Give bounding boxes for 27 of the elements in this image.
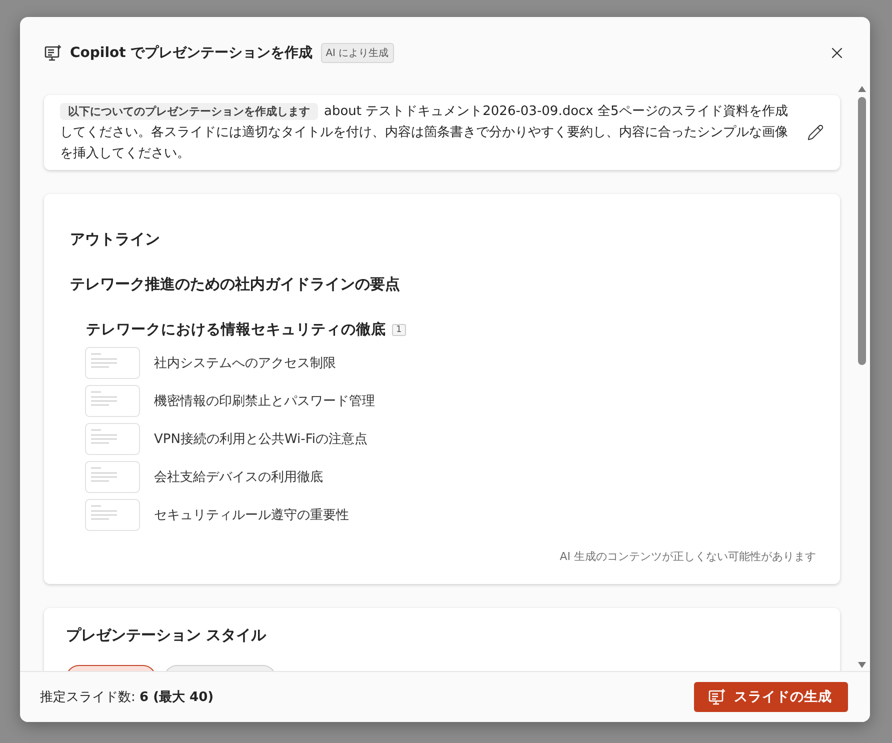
outline-item: セキュリティルール遵守の重要性 <box>154 507 349 524</box>
edit-button[interactable] <box>807 124 824 141</box>
scroll-down-icon[interactable] <box>857 661 867 669</box>
outline-item: VPN接続の利用と公共Wi-Fiの注意点 <box>154 431 368 448</box>
slide-thumbnail <box>85 461 140 493</box>
outline-item: 社内システムへのアクセス制限 <box>154 355 336 372</box>
ai-badge: AI により生成 <box>320 43 394 63</box>
scrollbar-thumb[interactable] <box>858 97 866 365</box>
slide-estimate: 推定スライド数: 6 (最大 40) <box>40 689 214 706</box>
generate-slides-button[interactable]: スライドの生成 <box>694 682 848 712</box>
section-title: テレワークにおける情報セキュリティの徹底 <box>86 320 386 339</box>
outline-item: 会社支給デバイスの利用徹底 <box>154 469 323 486</box>
presentation-icon <box>44 44 62 62</box>
presentation-icon <box>708 688 726 706</box>
slide-thumbnail <box>85 423 140 455</box>
outline-heading: アウトライン <box>70 230 161 249</box>
style-heading: プレゼンテーション スタイル <box>66 626 268 645</box>
outline-item: 機密情報の印刷禁止とパスワード管理 <box>154 393 375 410</box>
slide-thumbnail <box>85 385 140 417</box>
slide-thumbnail <box>85 347 140 379</box>
scroll-up-icon[interactable] <box>857 85 867 93</box>
slide-thumbnail <box>85 499 140 531</box>
prompt-text: 以下についてのプレゼンテーションを作成します about テストドキュメント2026-03-09.docx 全5ページのスライド資料を作成してください。各スライドには適切なタイトルを付け、内容は箇条書きで分かりやすく要約し、内容に合ったシンプルな画像を挿入してください。 <box>60 102 789 163</box>
dialog-title: Copilot でプレゼンテーションを作成 <box>70 44 313 62</box>
citation-marker[interactable]: 1 <box>392 324 406 336</box>
presentation-title: テレワーク推進のための社内ガイドラインの要点 <box>70 275 401 294</box>
disclaimer: AI 生成のコンテンツが正しくない可能性があります <box>560 549 816 564</box>
